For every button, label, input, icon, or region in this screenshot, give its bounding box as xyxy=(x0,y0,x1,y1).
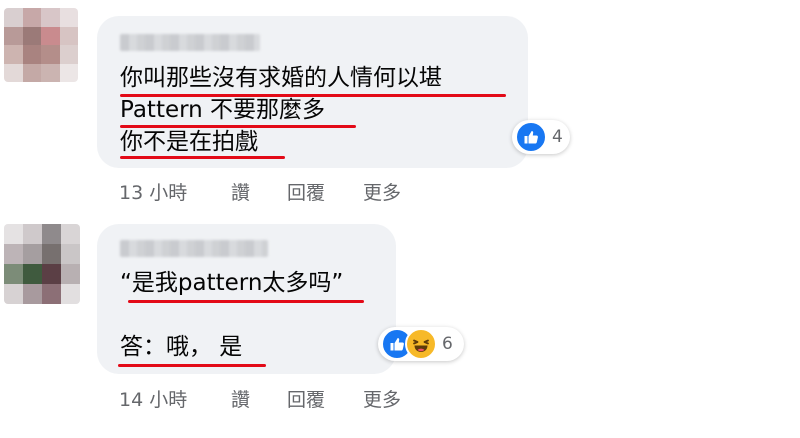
reaction-count: 6 xyxy=(442,334,453,354)
reply-button[interactable]: 回覆 xyxy=(287,385,363,412)
reaction-summary[interactable]: 4 xyxy=(512,120,570,154)
red-underline xyxy=(120,156,285,159)
timestamp[interactable]: 13 小時 xyxy=(119,178,231,205)
like-button[interactable]: 讚 xyxy=(231,178,287,205)
red-underline xyxy=(118,364,266,367)
more-button[interactable]: 更多 xyxy=(363,178,401,205)
reaction-count: 4 xyxy=(552,127,563,147)
red-underline xyxy=(128,300,364,303)
comment-actions: 14 小時 讚 回覆 更多 xyxy=(119,385,401,412)
like-icon xyxy=(515,121,547,153)
reply-button[interactable]: 回覆 xyxy=(287,178,363,205)
comment-text-line: Pattern 不要那麼多 xyxy=(120,97,326,123)
comment-text-line: “是我pattern太多吗” xyxy=(120,270,344,296)
haha-icon xyxy=(405,328,437,360)
timestamp[interactable]: 14 小時 xyxy=(119,385,231,412)
comment-text-line: 答：哦， 是 xyxy=(120,334,243,360)
comment-text-line: 你叫那些沒有求婚的人情何以堪 xyxy=(120,65,442,91)
reaction-summary[interactable]: 6 xyxy=(378,327,464,361)
more-button[interactable]: 更多 xyxy=(363,385,401,412)
avatar[interactable] xyxy=(4,224,80,304)
comment-actions: 13 小時 讚 回覆 更多 xyxy=(119,178,401,205)
comment-text-line: 你不是在拍戲 xyxy=(120,129,258,155)
commenter-name-blurred[interactable] xyxy=(120,240,268,257)
like-button[interactable]: 讚 xyxy=(231,385,287,412)
avatar[interactable] xyxy=(4,8,78,82)
commenter-name-blurred[interactable] xyxy=(120,34,260,51)
